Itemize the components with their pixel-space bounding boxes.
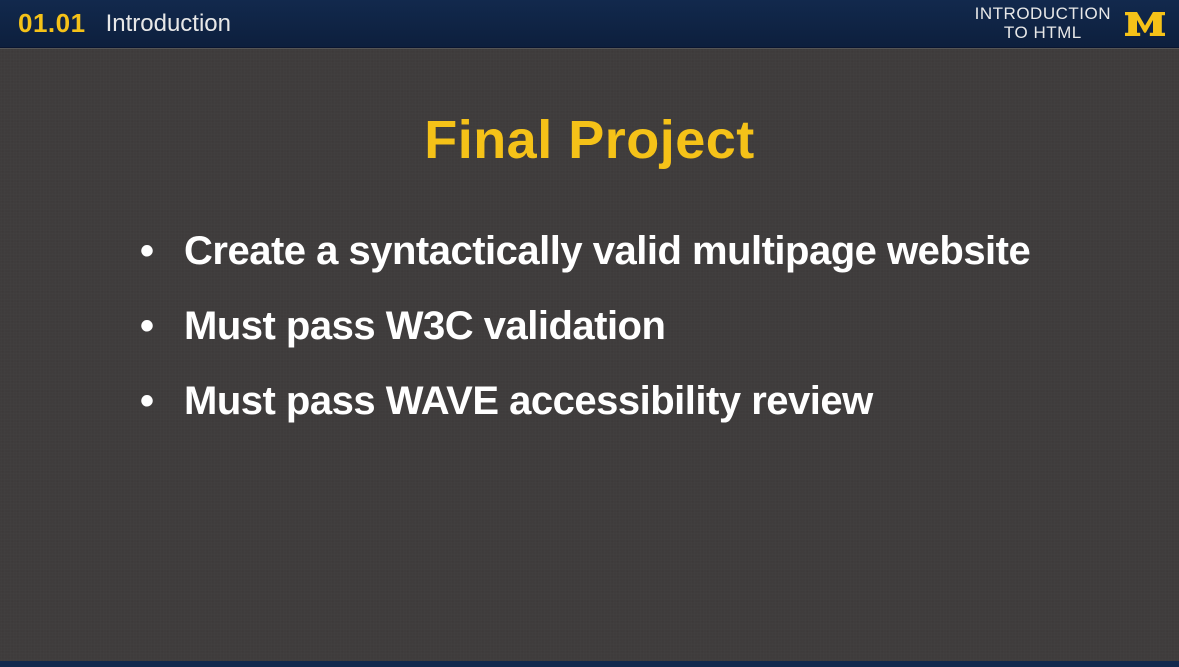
list-item: Create a syntactically valid multipage w… <box>140 226 1079 277</box>
slide-header: 01.01 Introduction INTRODUCTION TO HTML <box>0 0 1179 48</box>
list-item: Must pass W3C validation <box>140 301 1079 352</box>
bullet-list: Create a syntactically valid multipage w… <box>100 226 1079 428</box>
footer-bar <box>0 661 1179 667</box>
slide-content: Final Project Create a syntactically val… <box>0 48 1179 667</box>
michigan-logo-icon <box>1125 8 1165 40</box>
list-item: Must pass WAVE accessibility review <box>140 376 1079 427</box>
course-title: INTRODUCTION TO HTML <box>975 5 1111 42</box>
slide-title: Final Project <box>100 109 1079 171</box>
lesson-number: 01.01 <box>18 8 86 39</box>
lesson-title: Introduction <box>106 10 231 38</box>
